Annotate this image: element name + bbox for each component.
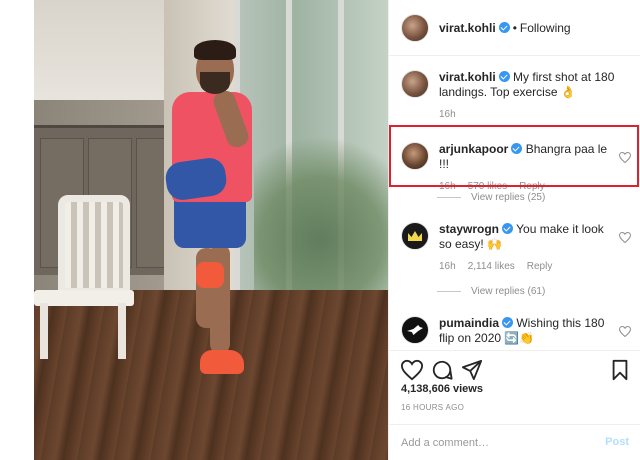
comments-list[interactable]: virat.kohli My first shot at 180 landing… bbox=[389, 56, 640, 350]
view-replies-link[interactable]: View replies (61) bbox=[437, 286, 545, 297]
comment-icon[interactable] bbox=[431, 359, 453, 381]
post-media[interactable] bbox=[0, 0, 388, 460]
reply-button[interactable]: Reply bbox=[527, 259, 553, 274]
commenter-avatar[interactable] bbox=[401, 142, 429, 170]
separator-dot: • bbox=[512, 20, 517, 35]
commenter-avatar[interactable] bbox=[401, 316, 429, 344]
comment-body: staywrogn You make it look so easy! 🙌 16… bbox=[439, 222, 617, 274]
comment-pumaindia: pumaindia Wishing this 180 flip on 2020 … bbox=[401, 316, 637, 346]
view-replies-link[interactable]: View replies (25) bbox=[437, 192, 545, 203]
author-avatar[interactable] bbox=[401, 70, 429, 98]
comment-time: 16h bbox=[439, 261, 456, 272]
caption: virat.kohli My first shot at 180 landing… bbox=[401, 70, 637, 122]
comment-arjunkapoor: arjunkapoor Bhangra paa le !!! 16h 570 l… bbox=[401, 142, 637, 194]
caption-body: virat.kohli My first shot at 180 landing… bbox=[439, 70, 617, 122]
post-sidebar: virat.kohli • Following virat.kohli My f… bbox=[388, 0, 640, 460]
comment-username[interactable]: pumaindia bbox=[439, 316, 499, 330]
following-button[interactable]: Following bbox=[520, 21, 571, 35]
author-avatar[interactable] bbox=[401, 13, 429, 42]
comment-username[interactable]: virat.kohli bbox=[439, 70, 496, 84]
add-comment-bar: Post bbox=[389, 424, 640, 460]
verified-badge-icon bbox=[498, 22, 510, 33]
puma-logo-icon bbox=[407, 325, 423, 335]
crown-logo-icon bbox=[408, 231, 422, 241]
comment-time: 16h bbox=[439, 109, 456, 120]
comment-body: pumaindia Wishing this 180 flip on 2020 … bbox=[439, 316, 617, 346]
view-replies-label[interactable]: View replies (61) bbox=[471, 286, 545, 297]
verified-badge-icon bbox=[502, 317, 514, 328]
author-username[interactable]: virat.kohli bbox=[439, 21, 496, 35]
comment-meta: 16h 2,114 likes Reply bbox=[439, 259, 617, 274]
replies-divider bbox=[437, 197, 461, 198]
share-icon[interactable] bbox=[461, 359, 483, 381]
comment-username[interactable]: staywrogn bbox=[439, 222, 499, 236]
post-header: virat.kohli • Following bbox=[389, 0, 640, 56]
comment-meta: 16h bbox=[439, 107, 617, 122]
comment-likes[interactable]: 2,114 likes bbox=[468, 259, 515, 274]
verified-badge-icon bbox=[502, 223, 514, 234]
like-comment-heart-icon[interactable] bbox=[619, 232, 631, 243]
view-count[interactable]: 4,138,606 views bbox=[401, 383, 483, 395]
hair bbox=[194, 40, 236, 60]
raised-leg bbox=[196, 248, 218, 328]
view-replies-label[interactable]: View replies (25) bbox=[471, 192, 545, 203]
action-bar bbox=[389, 350, 640, 386]
standing-shoe bbox=[200, 350, 244, 374]
post-comment-button[interactable]: Post bbox=[605, 436, 629, 448]
like-comment-heart-icon[interactable] bbox=[619, 326, 631, 337]
athlete-figure bbox=[34, 0, 388, 460]
video-frame[interactable] bbox=[34, 0, 388, 460]
verified-badge-icon bbox=[498, 71, 510, 82]
replies-divider bbox=[437, 291, 461, 292]
post-timestamp[interactable]: 16 HOURS AGO bbox=[401, 403, 464, 412]
comment-staywrogn: staywrogn You make it look so easy! 🙌 16… bbox=[401, 222, 637, 274]
add-comment-input[interactable] bbox=[401, 435, 591, 451]
comment-body: arjunkapoor Bhangra paa le !!! 16h 570 l… bbox=[439, 142, 617, 194]
verified-badge-icon bbox=[511, 143, 523, 154]
heart-icon[interactable] bbox=[401, 359, 423, 381]
beard bbox=[200, 72, 230, 94]
like-comment-heart-icon[interactable] bbox=[619, 152, 631, 163]
raised-shoe bbox=[196, 262, 224, 288]
commenter-avatar[interactable] bbox=[401, 222, 429, 250]
bookmark-icon[interactable] bbox=[609, 359, 631, 381]
comment-username[interactable]: arjunkapoor bbox=[439, 142, 508, 156]
